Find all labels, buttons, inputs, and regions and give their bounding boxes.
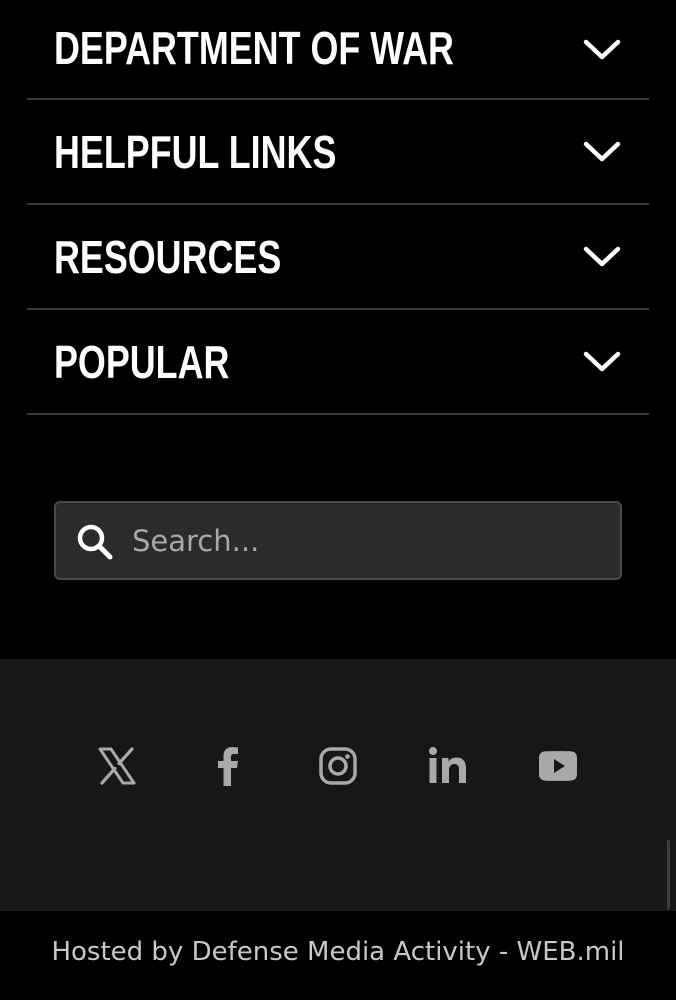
accordion-label: HELPFUL LINKS: [54, 125, 337, 178]
accordion-item-department-of-war[interactable]: DEPARTMENT OF WAR: [27, 0, 649, 100]
instagram-icon[interactable]: [316, 744, 360, 788]
accordion-item-helpful-links[interactable]: HELPFUL LINKS: [27, 100, 649, 205]
facebook-icon[interactable]: [206, 744, 250, 788]
accordion-label: POPULAR: [54, 335, 230, 388]
footer-hosted-by-text: Hosted by Defense Media Activity - WEB.m…: [51, 937, 625, 967]
accordion-item-popular[interactable]: POPULAR: [27, 310, 649, 415]
accordion-label: RESOURCES: [54, 230, 282, 283]
chevron-down-icon[interactable]: [583, 350, 621, 374]
linkedin-icon[interactable]: [426, 744, 470, 788]
footer-accordion: DEPARTMENT OF WAR HELPFUL LINKS RESOURCE…: [27, 0, 649, 415]
youtube-icon[interactable]: [536, 744, 580, 788]
chevron-down-icon[interactable]: [583, 140, 621, 164]
site-footer: Hosted by Defense Media Activity - WEB.m…: [0, 911, 676, 1000]
chevron-down-icon[interactable]: [583, 38, 621, 62]
social-links-bar: [0, 659, 676, 911]
accordion-label: DEPARTMENT OF WAR: [54, 22, 454, 74]
search-input[interactable]: [132, 503, 602, 578]
scrollbar-thumb[interactable]: [667, 840, 670, 910]
search-box: [54, 501, 622, 580]
x-icon[interactable]: [95, 744, 139, 788]
chevron-down-icon[interactable]: [583, 245, 621, 269]
search-icon[interactable]: [76, 523, 114, 561]
accordion-item-resources[interactable]: RESOURCES: [27, 205, 649, 310]
